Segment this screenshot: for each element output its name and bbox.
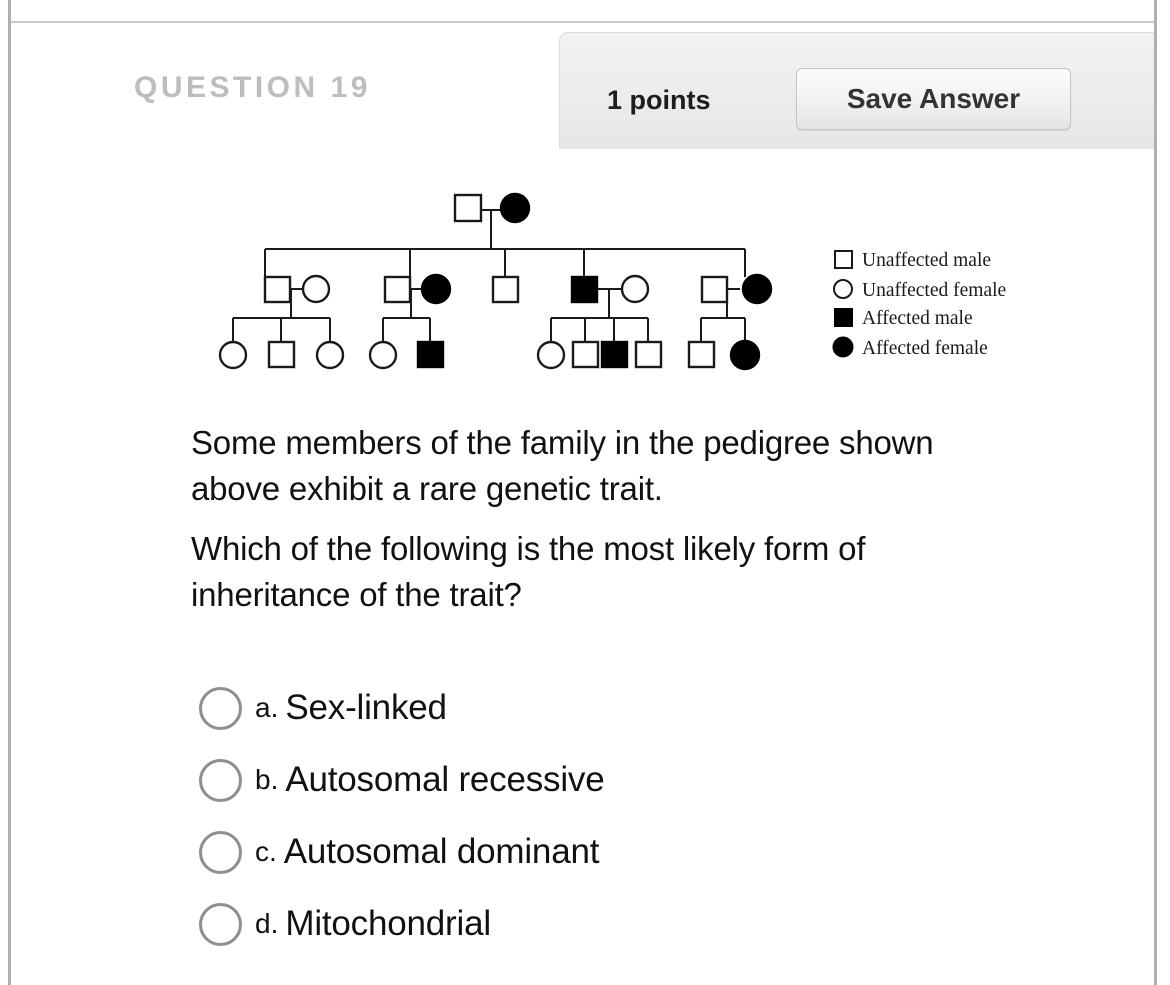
answer-letter-b: b. [255,764,279,795]
pedigree-generation-3 [218,339,761,371]
answer-option-a[interactable]: a. Sex-linked [199,672,999,744]
answer-letter-c: c. [255,836,277,867]
answer-letter-d: d. [255,908,279,939]
question-page: QUESTION 19 1 points Save Answer Unaffec… [0,0,1170,985]
pedigree-connector-lines [231,208,747,342]
answer-option-b[interactable]: b. Autosomal recessive [199,744,999,816]
symbol-affected-female [741,273,773,305]
symbol-unaffected-male [263,275,292,304]
pedigree-legend: Unaffected male Unaffected female Affect… [832,250,1006,359]
symbol-unaffected-male [491,275,520,304]
answer-option-d[interactable]: d. Mitochondrial [199,888,999,960]
legend-label-unaffected-female: Unaffected female [862,280,1006,301]
symbol-unaffected-female [620,274,650,304]
page-border-left [8,0,11,985]
legend-label-affected-male: Affected male [862,308,973,329]
symbol-affected-male [600,340,629,369]
legend-label-affected-female: Affected female [862,338,988,359]
pedigree-diagram: Unaffected male Unaffected female Affect… [218,192,1006,371]
symbol-affected-male [416,340,445,369]
symbol-unaffected-male [267,340,296,369]
points-label: 1 points [607,85,711,115]
radio-button-a[interactable] [199,686,242,730]
answer-label-c: Autosomal dominant [283,832,600,871]
question-header-tab: 1 points Save Answer [559,32,1154,149]
symbol-unaffected-male [571,340,600,369]
question-header: QUESTION 19 1 points Save Answer [11,23,1154,149]
answer-letter-a: a. [255,692,279,723]
page-border-right [1154,0,1157,985]
symbol-affected-female [499,192,531,224]
symbol-affected-male [570,275,599,304]
save-answer-button[interactable]: Save Answer [796,68,1071,130]
symbol-unaffected-female [536,340,566,370]
symbol-unaffected-female [301,274,331,304]
legend-icon-affected-male [834,308,853,327]
question-text-block: Some members of the family in the pedigr… [191,420,1031,618]
symbol-unaffected-male [700,275,729,304]
symbol-unaffected-female [218,340,248,370]
radio-button-c[interactable] [199,830,242,874]
pedigree-chart: Unaffected male Unaffected female Affect… [11,170,1154,400]
radio-button-b[interactable] [199,758,242,802]
answer-label-b: Autosomal recessive [285,760,605,799]
symbol-affected-female [729,339,761,371]
symbol-affected-female [420,273,452,305]
symbol-unaffected-female [368,340,398,370]
symbol-unaffected-female [315,340,345,370]
answer-option-c[interactable]: c. Autosomal dominant [199,816,999,888]
legend-icon-affected-female [832,336,854,358]
symbol-unaffected-male [634,340,663,369]
pedigree-generation-2 [263,273,773,305]
question-paragraph-1: Some members of the family in the pedigr… [191,424,934,507]
question-paragraph-2: Which of the following is the most likel… [191,530,866,613]
symbol-unaffected-male [383,275,412,304]
legend-icon-unaffected-male [834,250,853,269]
answer-options-list: a. Sex-linked b. Autosomal recessive c. … [199,672,999,960]
legend-icon-unaffected-female [833,279,853,299]
symbol-unaffected-male [453,193,483,223]
radio-button-d[interactable] [199,902,242,946]
page-title: QUESTION 19 [134,71,371,104]
legend-label-unaffected-male: Unaffected male [862,250,991,271]
answer-label-a: Sex-linked [285,688,447,727]
answer-label-d: Mitochondrial [285,904,491,943]
symbol-unaffected-male [687,340,716,369]
